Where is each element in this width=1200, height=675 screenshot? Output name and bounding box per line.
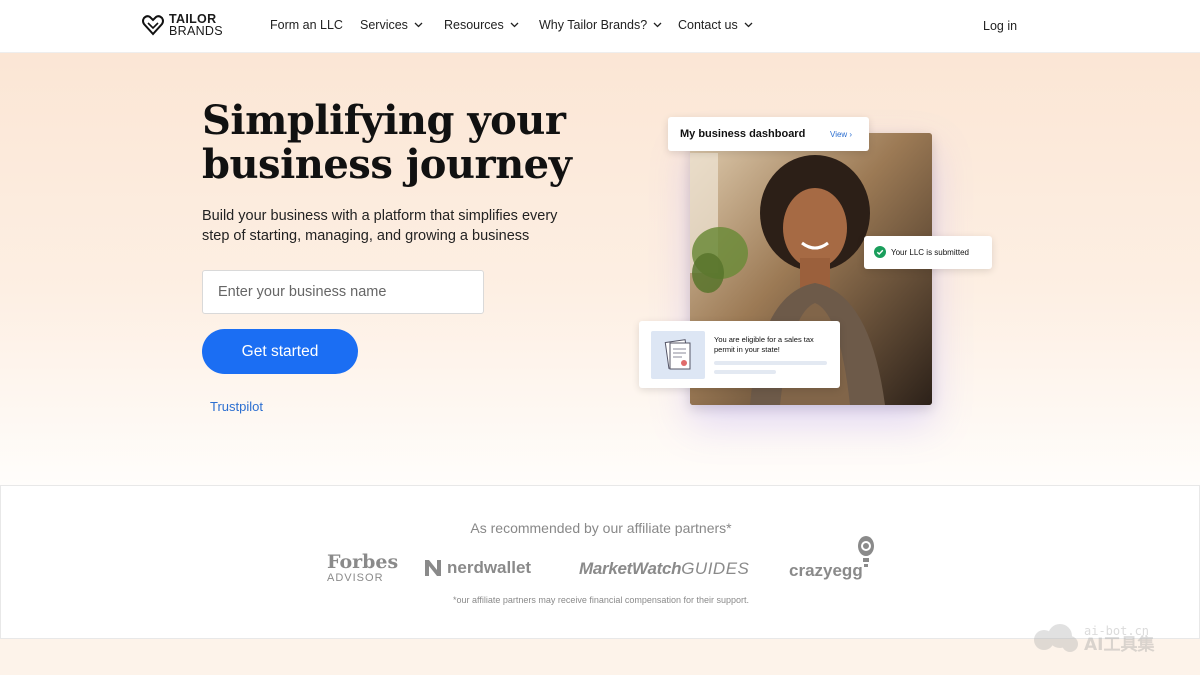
permit-eligibility-text: You are eligible for a sales tax permit … <box>714 335 814 354</box>
nav-item-contact-us[interactable]: Contact us <box>678 18 753 32</box>
check-circle-icon <box>874 246 886 258</box>
view-link[interactable]: View › <box>830 130 852 139</box>
top-nav: TAILOR BRANDS Form an LLC Services Resou… <box>0 0 1200 53</box>
watermark-brand: AI工具集 <box>1084 635 1155 655</box>
marketwatch-guides-logo: MarketWatchGUIDES <box>579 559 750 578</box>
dashboard-title: My business dashboard <box>680 128 806 140</box>
nav-item-form-llc[interactable]: Form an LLC <box>270 18 343 32</box>
chevron-down-icon <box>414 22 423 28</box>
nerdwallet-n-icon <box>425 560 441 576</box>
nerdwallet-logo: nerdwallet <box>424 558 531 578</box>
trustpilot-link[interactable]: Trustpilot <box>210 399 263 414</box>
hero-subtitle: Build your business with a platform that… <box>202 208 558 244</box>
partners-section: As recommended by our affiliate partners… <box>0 485 1200 639</box>
heart-logo-icon <box>142 15 164 36</box>
business-name-input[interactable] <box>202 270 484 314</box>
chevron-down-icon <box>510 22 519 28</box>
nav-item-why-tailor-brands[interactable]: Why Tailor Brands? <box>539 18 662 32</box>
partners-heading: As recommended by our affiliate partners… <box>470 520 732 536</box>
site-watermark: ai-bot.cn AI工具集 <box>1030 622 1154 654</box>
dashboard-card[interactable]: My business dashboard View › <box>668 117 869 151</box>
crazyegg-logo: crazyegg <box>789 561 863 580</box>
chevron-down-icon <box>744 22 753 28</box>
hero-section: Simplifying your business journey Build … <box>0 53 1200 485</box>
placeholder-bar <box>714 361 827 365</box>
brand-logo[interactable]: TAILOR BRANDS <box>141 13 223 37</box>
hero-title: Simplifying your business journey <box>202 97 572 188</box>
chevron-down-icon <box>653 22 662 28</box>
get-started-button[interactable]: Get started <box>202 329 358 374</box>
nav-item-resources[interactable]: Resources <box>444 18 519 32</box>
brand-name-line2: BRANDS <box>169 24 223 38</box>
placeholder-bar <box>714 370 776 374</box>
watermark-logo-icon <box>1034 624 1078 652</box>
document-icon <box>651 331 705 379</box>
forbes-advisor-logo: Forbes ADVISOR <box>327 551 399 585</box>
llc-status-text: Your LLC is submitted <box>891 248 969 257</box>
llc-status-card: Your LLC is submitted <box>864 236 992 269</box>
affiliate-disclaimer: *our affiliate partners may receive fina… <box>453 595 749 605</box>
login-link[interactable]: Log in <box>983 19 1017 33</box>
sales-tax-permit-card: You are eligible for a sales tax permit … <box>639 321 840 388</box>
crazyegg-egg-icon <box>858 536 874 567</box>
nav-item-services[interactable]: Services <box>360 18 423 32</box>
